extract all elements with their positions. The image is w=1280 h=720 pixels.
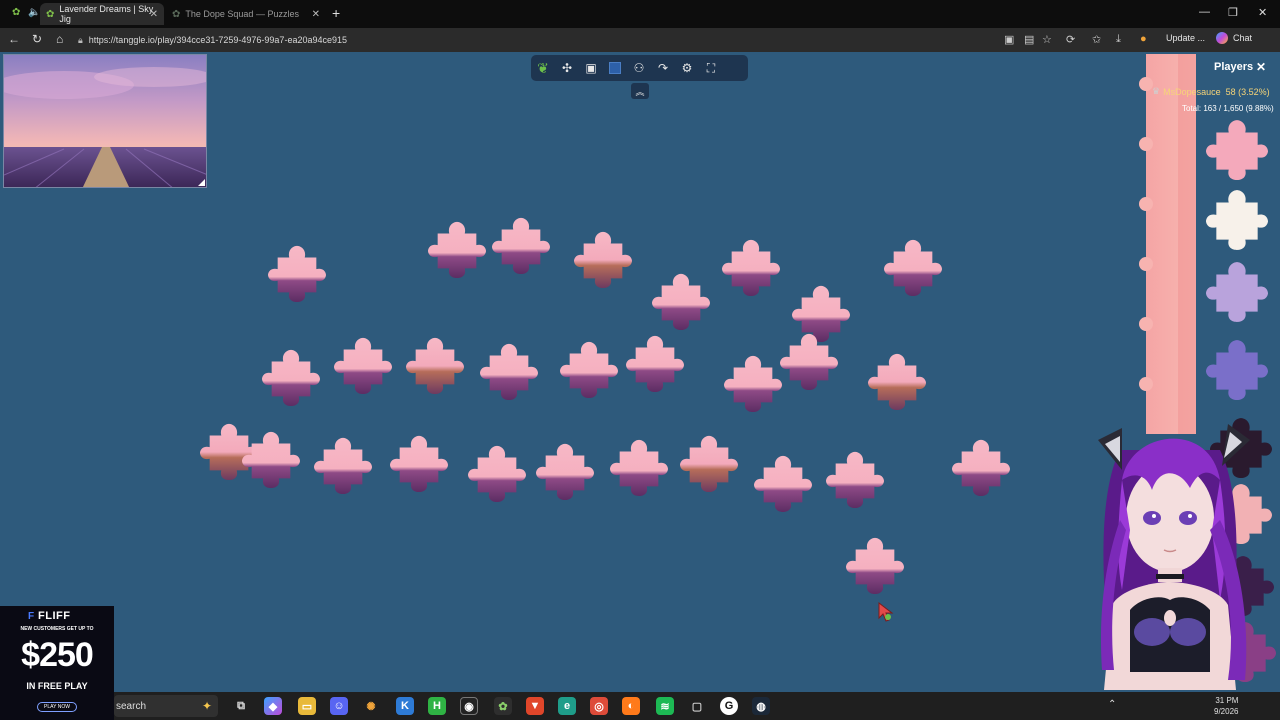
puzzle-piece[interactable] xyxy=(334,337,392,394)
puzzle-piece[interactable] xyxy=(242,431,300,488)
puzzle-piece[interactable] xyxy=(200,423,258,480)
puzzle-piece[interactable] xyxy=(754,455,812,512)
puzzle-piece[interactable] xyxy=(884,239,942,296)
puzzle-piece[interactable] xyxy=(780,333,838,390)
ad-brand: FLIFF xyxy=(38,610,71,622)
copilot-app-icon[interactable]: ◆ xyxy=(264,697,282,715)
puzzle-piece[interactable] xyxy=(724,355,782,412)
player-score: 58 (3.52%) xyxy=(1225,86,1270,97)
window-app-icon[interactable]: ▢ xyxy=(688,697,706,715)
clock-date: 9/2026 xyxy=(1214,707,1239,716)
puzzle-piece[interactable] xyxy=(406,337,464,394)
file-explorer-icon[interactable]: ▭ xyxy=(298,697,316,715)
discord-icon[interactable]: ☺ xyxy=(330,697,348,715)
brave-icon[interactable]: ▼ xyxy=(526,697,544,715)
puzzle-piece[interactable] xyxy=(626,335,684,392)
puzzle-piece[interactable] xyxy=(826,451,884,508)
player-name: MsDopesauce xyxy=(1163,86,1221,97)
search-placeholder: search xyxy=(116,700,147,712)
ad-amount: $250 xyxy=(21,636,94,674)
puzzle-piece[interactable] xyxy=(652,273,710,330)
sidebar-puzzle-piece[interactable] xyxy=(1206,340,1268,400)
firefox-icon[interactable]: ◐ xyxy=(622,697,640,715)
copilot-sparkle-icon: ✦ xyxy=(201,699,212,713)
player-avatar-icon: ♛ xyxy=(1152,86,1161,96)
spotify-icon[interactable]: ≋ xyxy=(656,697,674,715)
puzzle-piece[interactable] xyxy=(268,245,326,302)
puzzle-piece[interactable] xyxy=(492,217,550,274)
players-panel-header: Players ✕ xyxy=(1200,58,1280,78)
puzzle-piece[interactable] xyxy=(722,239,780,296)
ad-subline: IN FREE PLAY xyxy=(26,681,88,691)
puzzle-piece[interactable] xyxy=(792,285,850,342)
edge-icon[interactable]: e xyxy=(558,697,576,715)
green-app-icon[interactable]: ✿ xyxy=(494,697,512,715)
vtuber-avatar-overlay xyxy=(1098,424,1250,690)
windows-taskbar: search ✦ ⧉ ◆ ▭ ☺ ✺ K H ◉ ✿ ▼ e ◎ ◐ ≋ ▢ G… xyxy=(114,692,1280,720)
g-app-icon[interactable]: G xyxy=(720,697,738,715)
vscode-icon[interactable]: K xyxy=(396,697,414,715)
paw-app-icon[interactable]: ✺ xyxy=(362,697,380,715)
sidebar-puzzle-piece[interactable] xyxy=(1206,262,1268,322)
player-row: ♛ MsDopesauce 58 (3.52%) xyxy=(1152,86,1270,97)
puzzle-piece[interactable] xyxy=(560,341,618,398)
fliff-advertisement[interactable]: F FLIFF NEW CUSTOMERS GET UP TO $250 IN … xyxy=(0,606,114,720)
clock-time: 31 PM xyxy=(1215,696,1239,705)
puzzle-piece[interactable] xyxy=(314,437,372,494)
fliff-logo-icon: F xyxy=(28,611,35,622)
ad-cta-button[interactable]: PLAY NOW xyxy=(37,702,77,712)
puzzle-piece[interactable] xyxy=(846,537,904,594)
players-title: Players xyxy=(1214,61,1254,73)
puzzle-piece[interactable] xyxy=(952,439,1010,496)
puzzle-piece[interactable] xyxy=(262,349,320,406)
steam-icon[interactable]: ◍ xyxy=(752,697,770,715)
obs-icon[interactable]: ◉ xyxy=(460,697,478,715)
task-view-icon[interactable]: ⧉ xyxy=(232,697,250,715)
taskbar-search-box[interactable]: search ✦ xyxy=(114,695,218,717)
puzzle-piece[interactable] xyxy=(536,443,594,500)
puzzle-piece[interactable] xyxy=(390,435,448,492)
sidebar-puzzle-piece[interactable] xyxy=(1206,190,1268,250)
puzzle-piece[interactable] xyxy=(468,445,526,502)
puzzle-piece[interactable] xyxy=(480,343,538,400)
puzzle-piece[interactable] xyxy=(680,435,738,492)
puzzle-piece[interactable] xyxy=(428,221,486,278)
ad-tagline: NEW CUSTOMERS GET UP TO xyxy=(20,626,94,632)
players-total: Total: 163 / 1,650 (9.88%) xyxy=(1182,104,1274,113)
puzzle-piece[interactable] xyxy=(868,353,926,410)
chrome-icon[interactable]: ◎ xyxy=(590,697,608,715)
sidebar-puzzle-piece[interactable] xyxy=(1206,120,1268,180)
tray-expand-icon[interactable]: ⌃ xyxy=(1108,699,1116,710)
mouse-cursor-icon xyxy=(878,602,894,622)
h-app-icon[interactable]: H xyxy=(428,697,446,715)
puzzle-piece[interactable] xyxy=(574,231,632,288)
players-close-icon[interactable]: ✕ xyxy=(1256,60,1266,74)
puzzle-piece[interactable] xyxy=(610,439,668,496)
taskbar-clock[interactable]: 31 PM 9/2026 xyxy=(1214,695,1238,717)
